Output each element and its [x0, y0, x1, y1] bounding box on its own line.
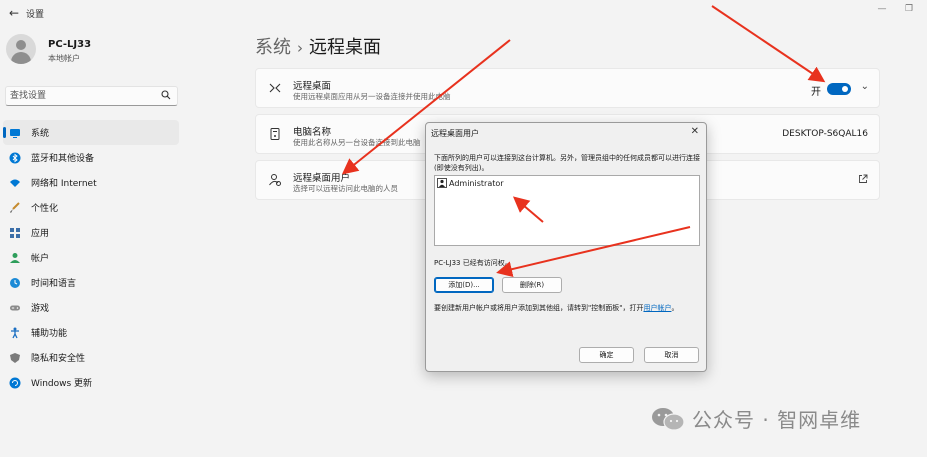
cancel-button[interactable]: 取消 [644, 347, 699, 363]
sidebar-item-label: 网络和 Internet [31, 179, 97, 189]
remote-desktop-title: 远程桌面 [293, 81, 332, 92]
sidebar-item-windows-update[interactable]: Windows 更新 [3, 370, 179, 395]
watermark: 公众号 · 智网卓维 [650, 404, 861, 433]
dialog-note: 要创建新用户帐户或将用户添加到其他组，请转到"控制面板"，打开用户帐户。 [434, 303, 678, 313]
apps-icon [9, 227, 21, 239]
toggle-state-label: 开 [811, 87, 821, 98]
app-title: 设置 [26, 10, 45, 20]
sidebar-item-label: 系统 [31, 129, 50, 139]
sidebar-item-accessibility[interactable]: 辅助功能 [3, 320, 179, 345]
pc-name-value: DESKTOP-S6QAL16 [782, 129, 868, 139]
bluetooth-icon [9, 152, 21, 164]
monitor-icon [9, 127, 21, 139]
user-name: Administrator [449, 178, 504, 188]
update-icon [9, 377, 21, 389]
search-icon[interactable] [161, 90, 171, 100]
sidebar-item-accounts[interactable]: 帐户 [3, 245, 179, 270]
globe-clock-icon [9, 277, 21, 289]
sidebar-item-label: 蓝牙和其他设备 [31, 154, 95, 164]
wifi-icon [9, 177, 21, 189]
back-arrow-icon[interactable]: ← [6, 5, 22, 21]
ok-button[interactable]: 确定 [579, 347, 634, 363]
note-text: 要创建新用户帐户或将用户添加到其他组，请转到"控制面板"，打开 [434, 304, 644, 312]
sidebar-item-apps[interactable]: 应用 [3, 220, 179, 245]
search-box[interactable] [5, 86, 178, 106]
wechat-icon [652, 407, 685, 431]
title-bar: ← 设置 — ❐ [0, 0, 927, 26]
sidebar-item-label: 游戏 [31, 304, 50, 314]
sidebar-item-label: 个性化 [31, 204, 59, 214]
page-title: 远程桌面 [309, 37, 381, 58]
remote-desktop-toggle[interactable] [827, 83, 851, 95]
user-account-icon [437, 178, 447, 188]
sidebar-item-label: 隐私和安全性 [31, 354, 86, 364]
minimize-button[interactable]: — [875, 2, 889, 16]
sidebar-nav: 系统 蓝牙和其他设备 网络和 Internet 个性化 应用 帐户 时间和语言 … [3, 120, 179, 395]
remote-desktop-users-dialog: 远程桌面用户 ✕ 下面所列的用户可以连接到这台计算机。另外，管理员组中的任何成员… [425, 122, 707, 372]
remote-desktop-icon [268, 81, 282, 95]
list-item[interactable]: Administrator [437, 178, 504, 188]
sidebar-item-system[interactable]: 系统 [3, 120, 179, 145]
breadcrumb-separator: › [297, 39, 303, 57]
pc-name-title: 电脑名称 [293, 127, 332, 138]
sidebar-item-network[interactable]: 网络和 Internet [3, 170, 179, 195]
sidebar-item-personalization[interactable]: 个性化 [3, 195, 179, 220]
brush-icon [9, 201, 21, 214]
remove-user-button[interactable]: 删除(R) [502, 277, 562, 293]
gamepad-icon [9, 302, 21, 314]
sidebar-item-privacy[interactable]: 隐私和安全性 [3, 345, 179, 370]
dialog-description: 下面所列的用户可以连接到这台计算机。另外，管理员组中的任何成员都可以进行连接(即… [434, 154, 700, 172]
sidebar-item-label: 应用 [31, 229, 50, 239]
pc-name-desc: 使用此名称从另一台设备连接到此电脑 [293, 138, 421, 147]
note-suffix: 。 [671, 304, 679, 312]
remote-desktop-card[interactable]: 远程桌面 使用远程桌面应用从另一设备连接并使用此电脑 开 ⌄ [255, 68, 880, 108]
sidebar-item-label: Windows 更新 [31, 379, 93, 389]
sidebar-item-bluetooth[interactable]: 蓝牙和其他设备 [3, 145, 179, 170]
external-link-icon[interactable] [858, 174, 868, 184]
remote-users-title: 远程桌面用户 [293, 173, 351, 184]
access-status-text: PC-LJ33 已经有访问权。 [434, 259, 512, 267]
chevron-down-icon[interactable]: ⌄ [861, 81, 869, 92]
sidebar-item-label: 辅助功能 [31, 329, 68, 339]
sidebar-item-time-language[interactable]: 时间和语言 [3, 270, 179, 295]
watermark-text: 公众号 · 智网卓维 [692, 408, 862, 432]
restore-button[interactable]: ❐ [902, 2, 916, 16]
user-accounts-link[interactable]: 用户帐户 [643, 304, 671, 312]
pc-name-icon [268, 127, 282, 141]
remote-users-desc: 选择可以远程访问此电脑的人员 [293, 184, 398, 193]
profile-account-type: 本地帐户 [48, 54, 80, 63]
breadcrumb-parent[interactable]: 系统 [255, 37, 291, 58]
accessibility-icon [9, 327, 21, 339]
close-icon[interactable]: ✕ [691, 126, 699, 137]
person-icon [9, 252, 21, 264]
sidebar-item-label: 帐户 [31, 254, 50, 264]
user-list[interactable]: Administrator [434, 175, 700, 246]
avatar [6, 34, 36, 64]
users-settings-icon [268, 173, 282, 187]
shield-icon [9, 352, 21, 364]
dialog-title: 远程桌面用户 [431, 129, 479, 138]
profile-name: PC-LJ33 [48, 39, 92, 50]
remote-desktop-desc: 使用远程桌面应用从另一设备连接并使用此电脑 [293, 92, 451, 101]
add-user-button[interactable]: 添加(D)... [434, 277, 494, 293]
breadcrumb: 系统 › 远程桌面 [255, 33, 381, 59]
sidebar-item-label: 时间和语言 [31, 279, 77, 289]
sidebar-item-gaming[interactable]: 游戏 [3, 295, 179, 320]
search-input[interactable] [10, 89, 158, 103]
